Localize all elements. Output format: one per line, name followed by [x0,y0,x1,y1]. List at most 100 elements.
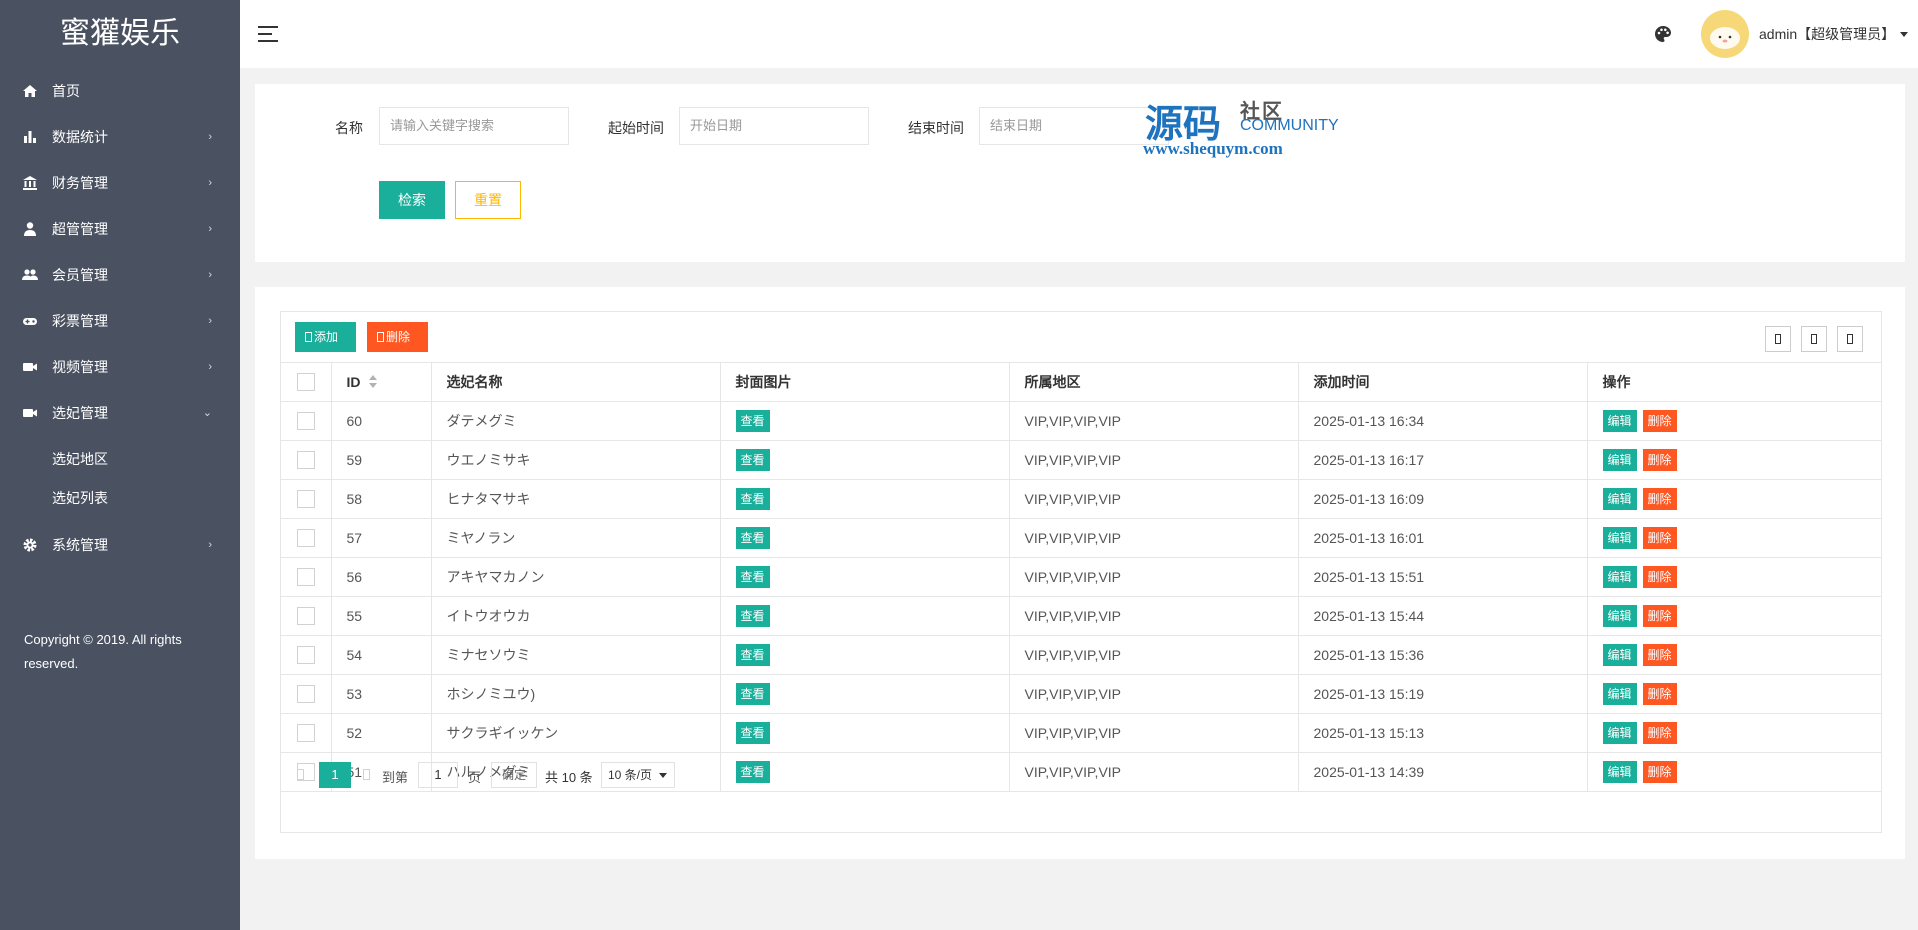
chevron-down-icon: ⌄ [202,407,212,419]
row-checkbox[interactable] [296,606,315,625]
row-select-cell [281,479,332,519]
delete-button[interactable]: 删除 [1642,643,1677,666]
view-cover-button[interactable]: 查看 [735,682,770,705]
add-button[interactable]: 添加 [295,322,356,352]
view-cover-button[interactable]: 查看 [735,448,770,471]
sidebar-item-members[interactable]: 会员管理 › [0,252,240,298]
sidebar-item-system[interactable]: 系统管理 › [0,522,240,568]
next-page-icon[interactable] [363,769,370,780]
edit-button[interactable]: 编辑 [1602,565,1637,588]
chevron-right-icon: › [208,131,212,143]
cell-cover: 查看 [720,596,1010,636]
page-size-select[interactable]: 10 条/页 [601,762,675,788]
sidebar-item-finance[interactable]: 财务管理 › [0,160,240,206]
prev-page-icon[interactable] [297,769,304,780]
edit-button[interactable]: 编辑 [1602,643,1637,666]
view-cover-button[interactable]: 查看 [735,487,770,510]
caret-down-icon[interactable] [1900,32,1908,37]
start-time-label: 起始时间 [608,120,664,136]
edit-button[interactable]: 编辑 [1602,448,1637,471]
sidebar-item-lottery[interactable]: 彩票管理 › [0,298,240,344]
view-cover-button[interactable]: 查看 [735,409,770,432]
search-button[interactable]: 检索 [379,181,445,219]
sidebar-item-label: 数据统计 [52,129,108,145]
columns-filter-icon[interactable] [1765,326,1791,352]
user-menu[interactable]: admin【超级管理员】 [1759,24,1895,44]
delete-button[interactable]: 删除 [1642,604,1677,627]
sidebar-item-home[interactable]: 首页 [0,68,240,114]
column-header-time: 添加时间 [1298,363,1588,402]
select-all-cell [281,363,332,402]
view-cover-button[interactable]: 查看 [735,604,770,627]
row-checkbox[interactable] [296,450,315,469]
sidebar-item-label: 视频管理 [52,359,108,375]
sidebar-item-admin[interactable]: 超管管理 › [0,206,240,252]
cell-region: VIP,VIP,VIP,VIP [1009,557,1299,597]
sidebar-item-label: 系统管理 [52,537,108,553]
page-unit-label: 页 [468,770,482,785]
palette-icon[interactable] [1654,25,1672,43]
export-icon[interactable] [1801,326,1827,352]
delete-button[interactable]: 删除 [1642,526,1677,549]
avatar[interactable] [1701,10,1749,58]
column-header-id[interactable]: ID [331,363,432,402]
row-checkbox[interactable] [296,684,315,703]
sidebar-subitem-list[interactable]: 选妃列表 [0,479,240,518]
delete-button[interactable]: 删除 [1642,409,1677,432]
edit-button[interactable]: 编辑 [1602,721,1637,744]
name-search-input[interactable]: 请输入关键字搜索 [379,107,569,145]
page-1-button[interactable]: 1 [319,762,351,788]
edit-button[interactable]: 编辑 [1602,409,1637,432]
sort-icon[interactable] [368,374,377,389]
start-date-input[interactable]: 开始日期 [679,107,869,145]
view-cover-button[interactable]: 查看 [735,526,770,549]
row-checkbox[interactable] [296,489,315,508]
delete-button[interactable]: 删除 [1642,682,1677,705]
sidebar-item-video[interactable]: 视频管理 › [0,344,240,390]
cell-name: ヒナタマサキ [431,479,721,519]
cell-cover: 查看 [720,713,1010,753]
sidebar-subitem-region[interactable]: 选妃地区 [0,440,240,479]
sidebar-item-stats[interactable]: 数据统计 › [0,114,240,160]
row-checkbox[interactable] [296,645,315,664]
view-cover-button[interactable]: 查看 [735,721,770,744]
edit-button[interactable]: 编辑 [1602,526,1637,549]
cell-name: サクラギイッケン [431,713,721,753]
print-icon[interactable] [1837,326,1863,352]
reset-button[interactable]: 重置 [455,181,521,219]
cell-id: 59 [331,440,432,480]
edit-button[interactable]: 编辑 [1602,487,1637,510]
gamepad-icon [23,318,37,325]
video-icon [23,363,37,371]
cell-id: 56 [331,557,432,597]
pagination: 1 到第 1 页 确定 共 10 条 10 条/页 [281,753,1881,795]
select-all-checkbox[interactable] [296,372,315,391]
batch-delete-button[interactable]: 删除 [367,322,428,352]
cell-actions: 编辑 删除 [1587,713,1881,753]
menu-toggle-icon[interactable] [258,26,278,42]
row-checkbox[interactable] [296,411,315,430]
sidebar-item-concubine[interactable]: 选妃管理 ⌄ [0,390,240,436]
cell-id: 54 [331,635,432,675]
table-row: 57 ミヤノラン 查看 VIP,VIP,VIP,VIP 2025-01-13 16:01… [281,518,1881,558]
delete-button[interactable]: 删除 [1642,565,1677,588]
view-cover-button[interactable]: 查看 [735,565,770,588]
delete-button[interactable]: 删除 [1642,721,1677,744]
delete-button[interactable]: 删除 [1642,487,1677,510]
edit-button[interactable]: 编辑 [1602,604,1637,627]
view-cover-button[interactable]: 查看 [735,643,770,666]
end-date-input[interactable]: 结束日期 [979,107,1169,145]
table-row: 54 ミナセソウミ 查看 VIP,VIP,VIP,VIP 2025-01-13 15:3… [281,635,1881,675]
cell-actions: 编辑 删除 [1587,518,1881,558]
row-checkbox[interactable] [296,528,315,547]
delete-button[interactable]: 删除 [1642,448,1677,471]
confirm-page-button[interactable]: 确定 [491,762,537,788]
row-checkbox[interactable] [296,567,315,586]
chevron-right-icon: › [208,315,212,327]
row-checkbox[interactable] [296,723,315,742]
copyright-text: Copyright © 2019. All rights reserved. [24,632,182,671]
edit-button[interactable]: 编辑 [1602,682,1637,705]
add-icon [305,332,312,342]
page-number-input[interactable]: 1 [418,762,458,788]
cell-name: ウエノミサキ [431,440,721,480]
